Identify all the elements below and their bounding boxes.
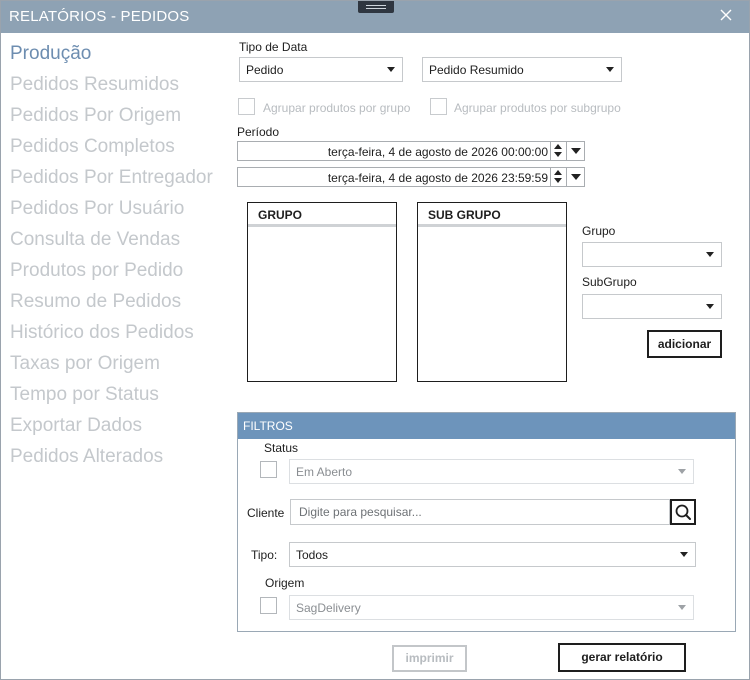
- agrupar-grupo-checkbox[interactable]: [238, 98, 255, 115]
- grupo-listbox[interactable]: GRUPO: [247, 202, 397, 382]
- grupo-label: Grupo: [582, 224, 616, 238]
- periodo-label: Período: [237, 125, 280, 139]
- status-select[interactable]: Em Aberto: [289, 459, 694, 484]
- origem-value: SagDelivery: [296, 601, 361, 615]
- nav-item-tempo-por-status[interactable]: Tempo por Status: [10, 379, 213, 410]
- subgrupo-listbox[interactable]: SUB GRUPO: [417, 202, 567, 382]
- adicionar-button[interactable]: adicionar: [647, 330, 722, 358]
- data-fim-picker[interactable]: terça-feira, 4 de agosto de 2026 23:59:5…: [237, 167, 585, 187]
- grupo-select[interactable]: [582, 242, 722, 267]
- tipo-data-label: Tipo de Data: [239, 40, 308, 54]
- nav-item-consulta-de-vendas[interactable]: Consulta de Vendas: [10, 224, 213, 255]
- report-nav: Produção Pedidos Resumidos Pedidos Por O…: [10, 38, 213, 472]
- spin-down-icon: [554, 152, 562, 157]
- report-window: RELATÓRIOS - PEDIDOS Produção Pedidos Re…: [0, 0, 750, 680]
- status-checkbox[interactable]: [260, 461, 277, 478]
- cliente-label: Cliente: [247, 506, 285, 520]
- tipo-select[interactable]: Todos: [289, 542, 696, 567]
- nav-item-produtos-por-pedido[interactable]: Produtos por Pedido: [10, 255, 213, 286]
- cliente-search-field[interactable]: [290, 499, 670, 525]
- cliente-search-input[interactable]: [299, 505, 659, 519]
- data-inicio-picker[interactable]: terça-feira, 4 de agosto de 2026 00:00:0…: [237, 141, 585, 161]
- tipo-data-select[interactable]: Pedido: [239, 57, 403, 82]
- status-value: Em Aberto: [296, 465, 353, 479]
- search-icon: [675, 504, 691, 520]
- nav-item-exportar-dados[interactable]: Exportar Dados: [10, 410, 213, 441]
- tipo-value: Todos: [296, 548, 329, 562]
- chevron-down-icon: [606, 67, 614, 72]
- nav-item-producao[interactable]: Produção: [10, 38, 213, 69]
- calendar-dropdown-icon[interactable]: [566, 142, 584, 160]
- nav-item-pedidos-completos[interactable]: Pedidos Completos: [10, 131, 213, 162]
- chevron-down-icon: [706, 252, 714, 257]
- grupo-list-header: GRUPO: [248, 203, 396, 227]
- nav-item-pedidos-por-usuario[interactable]: Pedidos Por Usuário: [10, 193, 213, 224]
- spin-up-icon: [554, 170, 562, 175]
- calendar-dropdown-icon[interactable]: [566, 168, 584, 186]
- chevron-down-icon: [678, 469, 686, 474]
- origem-select[interactable]: SagDelivery: [289, 595, 694, 620]
- nav-item-taxas-por-origem[interactable]: Taxas por Origem: [10, 348, 213, 379]
- tipo-data-value: Pedido: [246, 63, 284, 77]
- modo-relatorio-select[interactable]: Pedido Resumido: [422, 57, 622, 82]
- agrupar-subgrupo-checkbox[interactable]: [430, 98, 447, 115]
- origem-label: Origem: [265, 576, 305, 590]
- gerar-relatorio-button[interactable]: gerar relatório: [558, 643, 686, 672]
- subgrupo-list-header: SUB GRUPO: [418, 203, 566, 227]
- nav-item-pedidos-resumidos[interactable]: Pedidos Resumidos: [10, 69, 213, 100]
- origem-checkbox[interactable]: [260, 597, 277, 614]
- agrupar-grupo-label: Agrupar produtos por grupo: [263, 101, 411, 115]
- status-label: Status: [264, 441, 299, 455]
- imprimir-button[interactable]: imprimir: [392, 645, 467, 672]
- modo-relatorio-value: Pedido Resumido: [429, 63, 524, 77]
- subgrupo-select[interactable]: [582, 294, 722, 319]
- close-icon[interactable]: [717, 6, 735, 24]
- agrupar-subgrupo-label: Agrupar produtos por subgrupo: [454, 101, 621, 115]
- spin-up-icon: [554, 144, 562, 149]
- nav-item-pedidos-por-origem[interactable]: Pedidos Por Origem: [10, 100, 213, 131]
- nav-item-pedidos-por-entregador[interactable]: Pedidos Por Entregador: [10, 162, 213, 193]
- window-title: RELATÓRIOS - PEDIDOS: [9, 8, 190, 25]
- filtros-title: FILTROS: [238, 413, 735, 439]
- data-inicio-value: terça-feira, 4 de agosto de 2026 00:00:0…: [327, 145, 548, 159]
- chevron-down-icon: [706, 304, 714, 309]
- chevron-down-icon: [387, 67, 395, 72]
- cliente-search-button[interactable]: [670, 499, 696, 525]
- subgrupo-label: SubGrupo: [582, 275, 637, 289]
- tipo-label: Tipo:: [251, 548, 278, 562]
- nav-item-historico-dos-pedidos[interactable]: Histórico dos Pedidos: [10, 317, 213, 348]
- spin-down-icon: [554, 178, 562, 183]
- nav-item-pedidos-alterados[interactable]: Pedidos Alterados: [10, 441, 213, 472]
- data-fim-value: terça-feira, 4 de agosto de 2026 23:59:5…: [327, 171, 548, 185]
- chevron-down-icon: [678, 605, 686, 610]
- data-fim-spinner[interactable]: [550, 168, 566, 186]
- data-inicio-spinner[interactable]: [550, 142, 566, 160]
- nav-item-resumo-de-pedidos[interactable]: Resumo de Pedidos: [10, 286, 213, 317]
- chevron-down-icon: [680, 552, 688, 557]
- drag-handle-icon[interactable]: [358, 1, 394, 13]
